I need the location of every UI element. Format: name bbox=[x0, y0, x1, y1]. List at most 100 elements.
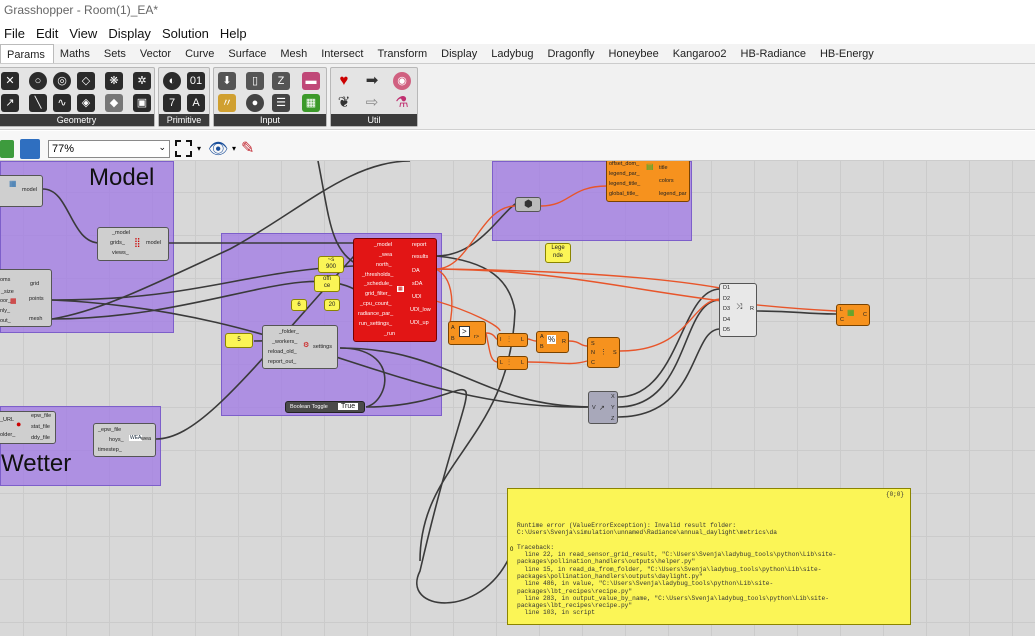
data-dam-icon[interactable]: ◉ bbox=[393, 72, 411, 90]
output-title: title bbox=[659, 165, 668, 171]
open-file-icon[interactable] bbox=[0, 140, 14, 158]
boolean-param-icon[interactable]: ◐ bbox=[163, 72, 181, 90]
tab-kangaroo2[interactable]: Kangaroo2 bbox=[667, 44, 735, 63]
panel-icon[interactable]: ▯ bbox=[246, 72, 264, 90]
panel-legende[interactable]: Lege nde bbox=[545, 243, 571, 263]
output-points: points bbox=[29, 296, 44, 302]
zoom-extents-icon[interactable] bbox=[175, 140, 192, 157]
box-param-icon[interactable]: ◇ bbox=[77, 72, 95, 90]
tab-hb-energy[interactable]: HB-Energy bbox=[814, 44, 882, 63]
line-param-icon[interactable]: ╲ bbox=[29, 94, 47, 112]
toggle-value[interactable]: True bbox=[338, 403, 359, 410]
menu-file[interactable]: File bbox=[0, 22, 32, 44]
component-relative[interactable]: S N C ⋮ S bbox=[587, 337, 620, 368]
tab-honeybee[interactable]: Honeybee bbox=[603, 44, 667, 63]
error-panel[interactable]: {0;0} Runtime error (ValueErrorException… bbox=[507, 488, 911, 625]
colour-swatch-icon[interactable]: ▦ bbox=[302, 94, 320, 112]
tree-icon[interactable]: ❦ bbox=[335, 94, 353, 112]
preview-dropdown-icon[interactable]: ▾ bbox=[232, 144, 236, 153]
button-icon[interactable]: ● bbox=[246, 94, 264, 112]
zoom-combobox[interactable]: 77% ⌄ bbox=[48, 140, 170, 158]
tab-curve[interactable]: Curve bbox=[179, 44, 222, 63]
bounds-icon: ⫶ bbox=[508, 335, 510, 344]
panel-5[interactable]: 5 bbox=[225, 333, 253, 348]
tab-params[interactable]: Params bbox=[0, 44, 54, 63]
tab-transform[interactable]: Transform bbox=[371, 44, 435, 63]
tab-maths[interactable]: Maths bbox=[54, 44, 98, 63]
component-colour[interactable]: L C ▦ C bbox=[836, 304, 870, 326]
text-param-icon[interactable]: A bbox=[187, 94, 205, 112]
panel-office[interactable]: offi ce bbox=[314, 275, 340, 292]
dropdown-arrow-icon[interactable]: ▾ bbox=[197, 144, 201, 153]
tab-sets[interactable]: Sets bbox=[98, 44, 134, 63]
component-epw-download[interactable]: _URL older_ ● epw_file stat_file ddy_fil… bbox=[0, 411, 56, 444]
tab-display[interactable]: Display bbox=[435, 44, 485, 63]
save-icon[interactable] bbox=[20, 139, 40, 159]
menu-view[interactable]: View bbox=[65, 22, 104, 44]
component-larger-than[interactable]: A B > r> bbox=[448, 321, 486, 345]
component-grid-generator[interactable]: oms _size grid oor_ ▦ points nly_ out_ m… bbox=[0, 269, 52, 327]
field-param-icon[interactable]: ▣ bbox=[133, 94, 151, 112]
tab-dragonfly[interactable]: Dragonfly bbox=[541, 44, 602, 63]
menu-solution[interactable]: Solution bbox=[158, 22, 216, 44]
integer-param-icon[interactable]: 01 bbox=[187, 72, 205, 90]
output-udi: UDI bbox=[412, 294, 422, 300]
tab-vector[interactable]: Vector bbox=[134, 44, 179, 63]
daylight-icon: ▦ bbox=[397, 286, 404, 292]
tab-surface[interactable]: Surface bbox=[222, 44, 274, 63]
component-deconstruct-vector[interactable]: V ↗ X Y Z bbox=[588, 391, 618, 424]
gradient-icon[interactable]: ▬ bbox=[302, 72, 320, 90]
number-param-icon[interactable]: 7 bbox=[163, 94, 181, 112]
panel-20[interactable]: 20 bbox=[324, 299, 340, 311]
input-l: L bbox=[840, 307, 844, 313]
component-bounds-b[interactable]: L ⫶ L bbox=[497, 356, 528, 370]
grasshopper-canvas[interactable]: Model Wetter model ▦ oms _size grid oor_… bbox=[0, 161, 1035, 636]
output-model-out: model bbox=[146, 240, 161, 246]
component-division[interactable]: A B % R bbox=[536, 331, 569, 353]
vector-param-icon[interactable]: ↗ bbox=[1, 94, 19, 112]
tab-intersect[interactable]: Intersect bbox=[315, 44, 371, 63]
component-bounds-a[interactable]: I ⫶ L bbox=[497, 333, 528, 347]
component-run-settings[interactable]: _folder_ _workers_ reload_old_ report_ou… bbox=[262, 325, 338, 369]
number-slider-icon[interactable]: ⬇ bbox=[218, 72, 236, 90]
value-list-icon[interactable]: ☰ bbox=[272, 94, 290, 112]
arrow-right-icon[interactable]: ➡ bbox=[363, 72, 381, 90]
tab-hb-radiance[interactable]: HB-Radiance bbox=[735, 44, 814, 63]
component-wea-from-epw[interactable]: _epw_file hoys_ timestep_ WEA wea bbox=[93, 423, 156, 457]
component-hb-model[interactable]: _model grids_ views_ ⣿ model bbox=[97, 227, 169, 261]
menu-edit[interactable]: Edit bbox=[32, 22, 65, 44]
sketch-pen-icon[interactable]: ✎ bbox=[241, 138, 254, 158]
mesh-param-icon[interactable]: ✲ bbox=[133, 72, 151, 90]
error-text: Runtime error (ValueErrorException): Inv… bbox=[517, 521, 837, 617]
surface-param-icon[interactable]: ◈ bbox=[77, 94, 95, 112]
component-legend-par[interactable]: offset_dom_ legend_par_ legend_title_ gl… bbox=[606, 161, 690, 202]
component-annual-daylight[interactable]: _model _wea north_ _thresholds_ _schedul… bbox=[353, 238, 437, 342]
panel-900[interactable]: ~s 900 bbox=[318, 256, 344, 273]
title-bar: Grasshopper - Room(1)_EA* bbox=[0, 0, 1035, 22]
boolean-toggle[interactable]: Boolean Toggle True bbox=[285, 401, 365, 413]
output-y: Y bbox=[611, 405, 615, 411]
arc-param-icon[interactable]: ◎ bbox=[53, 72, 71, 90]
component-merge[interactable]: D1 D2 D3 D4 D5 ⤨ R bbox=[719, 283, 757, 337]
component-legend-hex[interactable]: ⬢ bbox=[515, 197, 541, 212]
digit-scroller-icon[interactable]: Z bbox=[272, 72, 290, 90]
menu-display[interactable]: Display bbox=[104, 22, 158, 44]
panel-6[interactable]: 6 bbox=[291, 299, 307, 311]
tab-mesh[interactable]: Mesh bbox=[274, 44, 315, 63]
point-param-icon[interactable]: ✕ bbox=[1, 72, 19, 90]
menu-help[interactable]: Help bbox=[216, 22, 254, 44]
input-grid-filter: grid_filter_ bbox=[365, 291, 391, 297]
preview-eye-icon[interactable]: 👁 bbox=[208, 139, 228, 159]
tab-ladybug[interactable]: Ladybug bbox=[485, 44, 541, 63]
cherry-icon[interactable]: ♥ bbox=[335, 72, 353, 90]
circle-param-icon[interactable]: ○ bbox=[29, 72, 47, 90]
geometry-param-icon[interactable]: ◆ bbox=[105, 94, 123, 112]
curve-param-icon[interactable]: ∿ bbox=[53, 94, 71, 112]
graph-mapper-icon[interactable]: 〃 bbox=[218, 94, 236, 112]
input-offset-dom: offset_dom_ bbox=[609, 161, 640, 167]
merge-icon: ⤨ bbox=[736, 302, 743, 311]
arrow-outline-icon[interactable]: ⇨ bbox=[363, 94, 381, 112]
brep-param-icon[interactable]: ❋ bbox=[105, 72, 123, 90]
component-model-source[interactable]: model ▦ bbox=[0, 175, 43, 207]
flask-icon[interactable]: ⚗ bbox=[393, 94, 411, 112]
